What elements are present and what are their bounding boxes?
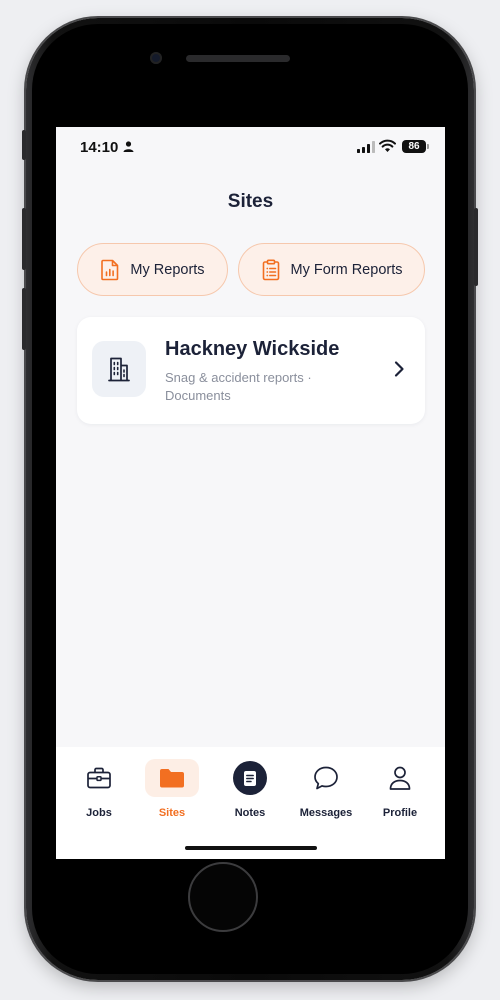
notes-icon-badge xyxy=(233,761,267,795)
mute-switch xyxy=(22,130,26,160)
volume-down-button xyxy=(22,288,26,350)
app-screen: 14:10 86 Sites My Reports My Form Report… xyxy=(56,127,445,859)
briefcase-icon xyxy=(87,767,111,789)
clipboard-list-icon xyxy=(262,258,279,280)
power-button xyxy=(474,208,478,286)
chat-bubble-icon xyxy=(314,766,338,790)
cellular-signal-icon xyxy=(357,141,375,153)
tab-jobs[interactable]: Jobs xyxy=(66,759,132,819)
site-description: Snag & accident reports · Documents xyxy=(165,370,312,403)
tab-label: Sites xyxy=(158,807,186,819)
tab-label: Notes xyxy=(234,807,266,819)
volume-up-button xyxy=(22,208,26,270)
status-time: 14:10 xyxy=(80,139,119,156)
status-bar: 14:10 86 xyxy=(56,127,445,167)
my-reports-label: My Reports xyxy=(130,261,205,278)
tab-profile[interactable]: Profile xyxy=(367,759,433,819)
person-icon xyxy=(123,141,134,152)
battery-tip xyxy=(427,144,429,149)
wifi-icon xyxy=(379,139,396,152)
my-reports-button[interactable]: My Reports xyxy=(77,243,228,296)
tab-icon-wrap xyxy=(299,759,353,797)
tab-label: Profile xyxy=(382,807,418,819)
tab-label: Jobs xyxy=(86,807,112,819)
home-indicator[interactable] xyxy=(185,846,317,850)
person-icon xyxy=(389,766,411,790)
site-name: Hackney Wickside xyxy=(165,338,340,360)
building-icon xyxy=(108,357,130,382)
tab-notes[interactable]: Notes xyxy=(217,759,283,819)
front-camera xyxy=(150,52,162,64)
bottom-tab-bar: Jobs Sites Notes Messages Profile xyxy=(56,747,445,859)
my-form-reports-label: My Form Reports xyxy=(290,261,403,278)
chevron-right-icon xyxy=(394,361,404,377)
note-icon xyxy=(244,770,256,786)
tab-messages[interactable]: Messages xyxy=(293,759,359,819)
tab-label: Messages xyxy=(299,807,353,819)
tab-icon-wrap xyxy=(223,759,277,797)
tab-sites[interactable]: Sites xyxy=(139,759,205,819)
my-form-reports-button[interactable]: My Form Reports xyxy=(238,243,425,296)
site-card-hackney-wickside[interactable]: Hackney Wickside Snag & accident reports… xyxy=(77,317,425,424)
home-button[interactable] xyxy=(188,862,258,932)
bar-chart-document-icon xyxy=(101,259,119,280)
tab-icon-wrap xyxy=(145,759,199,797)
battery-indicator: 86 xyxy=(402,140,426,153)
page-title: Sites xyxy=(227,191,274,212)
folder-icon xyxy=(160,769,184,788)
earpiece-speaker xyxy=(186,55,290,62)
tab-icon-wrap xyxy=(373,759,427,797)
tab-icon-wrap xyxy=(72,759,126,797)
site-icon-container xyxy=(92,341,146,397)
